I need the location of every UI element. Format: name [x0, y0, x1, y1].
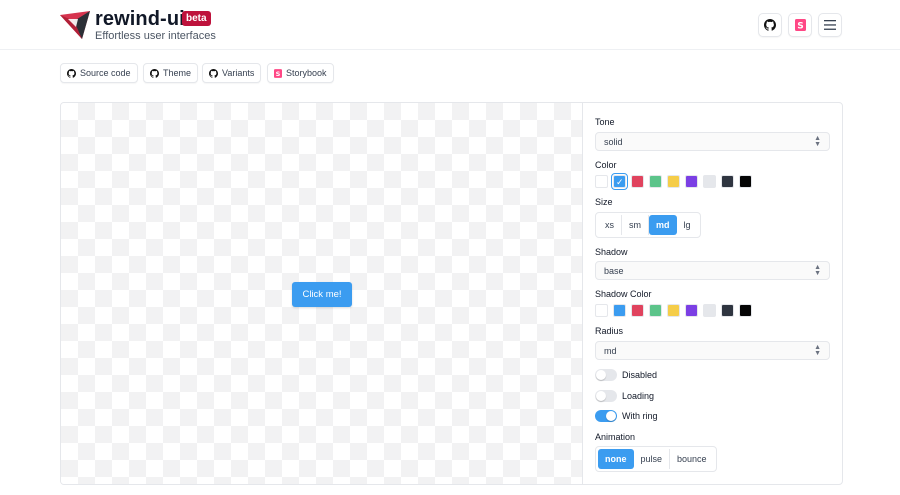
color-swatch[interactable] — [703, 175, 716, 188]
storybook-link[interactable]: S Storybook — [267, 63, 334, 83]
toggle-knob — [596, 370, 606, 380]
radius-select[interactable]: md ▲ ▼ — [595, 341, 830, 360]
color-swatch[interactable] — [631, 175, 644, 188]
segment-option-sm[interactable]: sm — [622, 215, 649, 235]
app-header: rewind-ui beta Effortless user interface… — [0, 0, 900, 50]
shadow-color-label: Shadow Color — [595, 289, 652, 299]
segment-option-pulse[interactable]: pulse — [634, 449, 671, 469]
color-swatch[interactable] — [667, 304, 680, 317]
segment-option-md[interactable]: md — [649, 215, 677, 235]
theme-link[interactable]: Theme — [143, 63, 199, 83]
color-swatch[interactable] — [703, 304, 716, 317]
color-swatch[interactable] — [631, 304, 644, 317]
rewind-logo-icon[interactable] — [60, 11, 90, 39]
segment-option-lg[interactable]: lg — [677, 215, 698, 235]
playground-panel: Click me! Tone solid ▲ ▼ Color ✓ Size xs s… — [60, 102, 843, 485]
loading-toggle-row[interactable]: Loading — [595, 390, 654, 402]
disabled-toggle[interactable] — [595, 369, 617, 381]
color-swatch[interactable] — [685, 175, 698, 188]
segment-option-none[interactable]: none — [598, 449, 634, 469]
brand-name[interactable]: rewind-ui — [95, 8, 185, 31]
storybook-icon: S — [794, 19, 806, 32]
toggle-label: Loading — [622, 391, 655, 401]
link-label: Storybook — [286, 68, 327, 78]
color-swatches: ✓ — [595, 173, 752, 190]
disabled-toggle-row[interactable]: Disabled — [595, 369, 657, 381]
menu-button[interactable] — [818, 13, 842, 37]
controls-panel: Tone solid ▲ ▼ Color ✓ Size xs sm md lg Shad… — [583, 103, 842, 484]
toggle-label: With ring — [622, 411, 658, 421]
link-label: Source code — [80, 68, 131, 78]
github-icon — [209, 68, 218, 78]
color-swatch[interactable] — [685, 304, 698, 317]
size-segmented: xs sm md lg — [595, 212, 701, 238]
animation-label: Animation — [595, 432, 636, 442]
color-label: Color — [595, 160, 617, 170]
variants-link[interactable]: Variants — [202, 63, 262, 83]
color-swatch[interactable] — [739, 175, 752, 188]
github-icon — [764, 19, 776, 31]
beta-badge: beta — [182, 11, 211, 26]
with-ring-toggle[interactable] — [595, 410, 617, 422]
animation-segmented: none pulse bounce — [595, 446, 717, 472]
color-swatch[interactable] — [649, 175, 662, 188]
loading-toggle[interactable] — [595, 390, 617, 402]
github-icon — [67, 68, 76, 78]
svg-text:S: S — [276, 70, 281, 78]
check-icon: ✓ — [616, 177, 624, 187]
menu-icon — [824, 20, 836, 30]
shadow-label: Shadow — [595, 247, 628, 257]
tone-select[interactable]: solid ▲ ▼ — [595, 132, 830, 151]
select-arrows-icon: ▲ ▼ — [814, 264, 821, 277]
shadow-value: base — [604, 265, 624, 276]
tagline: Effortless user interfaces — [95, 30, 216, 42]
github-icon — [150, 68, 159, 78]
radius-label: Radius — [595, 326, 624, 336]
color-swatch[interactable]: ✓ — [611, 173, 628, 190]
color-swatch[interactable] — [649, 304, 662, 317]
color-swatch[interactable] — [595, 175, 608, 188]
link-label: Variants — [222, 68, 255, 78]
storybook-icon: S — [274, 68, 282, 78]
size-label: Size — [595, 197, 613, 207]
radius-value: md — [604, 345, 617, 356]
segment-option-xs[interactable]: xs — [598, 215, 622, 235]
select-arrows-icon: ▲ ▼ — [814, 135, 821, 148]
shadow-select[interactable]: base ▲ ▼ — [595, 261, 830, 280]
with-ring-toggle-row[interactable]: With ring — [595, 410, 658, 422]
color-swatch[interactable] — [739, 304, 752, 317]
color-swatch[interactable] — [613, 304, 626, 317]
svg-text:S: S — [797, 22, 803, 32]
tone-value: solid — [604, 136, 623, 147]
color-swatch[interactable] — [721, 304, 734, 317]
preview-area: Click me! — [61, 103, 583, 484]
source-code-link[interactable]: Source code — [60, 63, 138, 83]
link-label: Theme — [163, 68, 192, 78]
color-swatch[interactable] — [667, 175, 680, 188]
toggle-label: Disabled — [622, 370, 658, 380]
demo-button[interactable]: Click me! — [292, 282, 352, 307]
color-swatch[interactable] — [721, 175, 734, 188]
github-button[interactable] — [758, 13, 782, 37]
color-swatch[interactable] — [595, 304, 608, 317]
toggle-knob — [596, 391, 606, 401]
select-arrows-icon: ▲ ▼ — [814, 344, 821, 357]
storybook-button[interactable]: S — [788, 13, 812, 37]
tone-label: Tone — [595, 117, 615, 127]
toggle-knob — [606, 411, 616, 421]
shadow-color-swatches — [595, 304, 752, 317]
segment-option-bounce[interactable]: bounce — [670, 449, 714, 469]
